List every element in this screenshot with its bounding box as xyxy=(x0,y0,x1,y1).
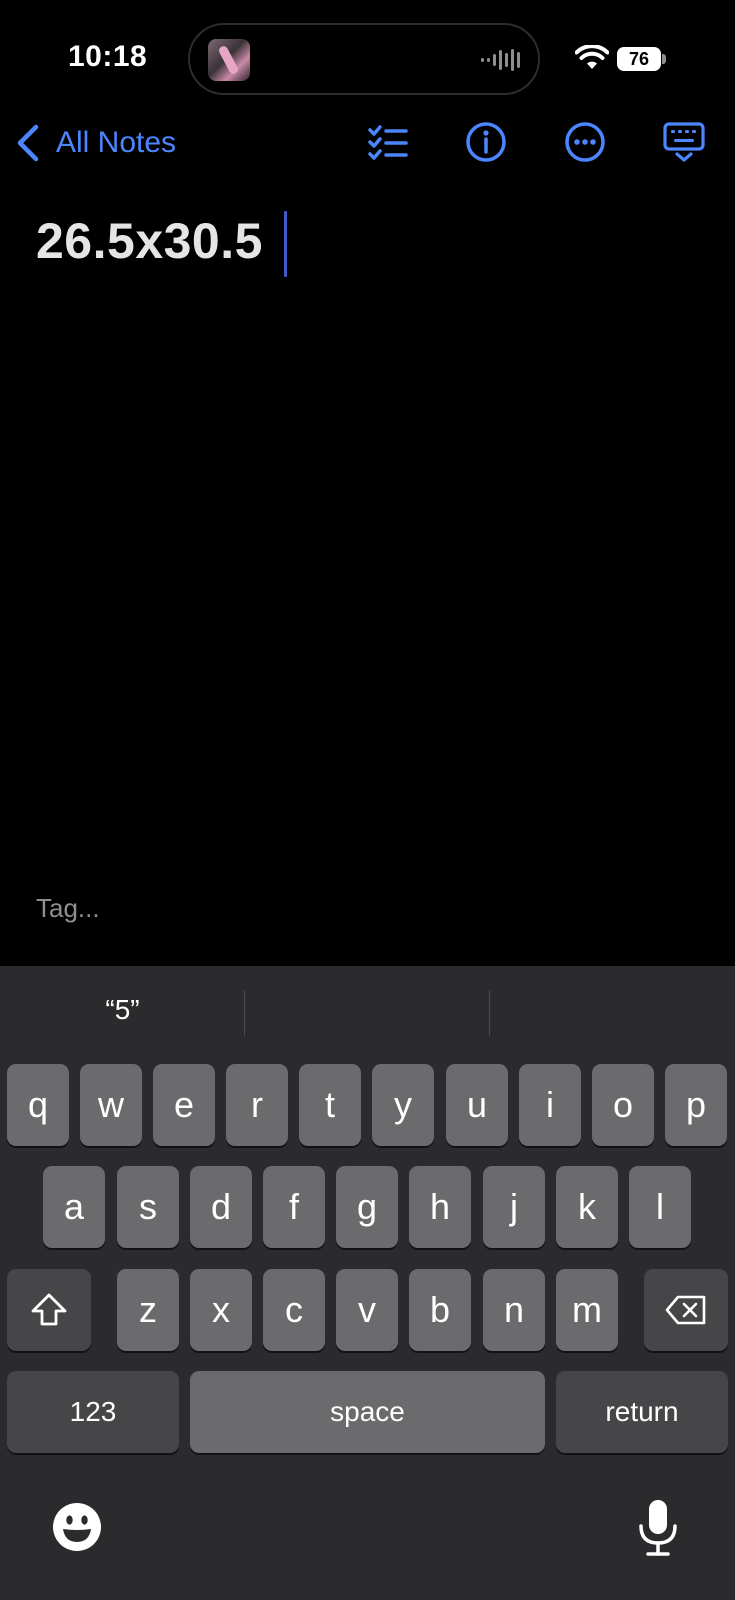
key-e[interactable]: e xyxy=(153,1064,215,1146)
shift-icon xyxy=(31,1293,67,1326)
key-w[interactable]: w xyxy=(80,1064,142,1146)
audio-waveform-icon xyxy=(481,49,520,71)
suggestion-divider xyxy=(489,990,490,1036)
key-s[interactable]: s xyxy=(117,1166,179,1248)
key-z[interactable]: z xyxy=(117,1269,179,1351)
key-y[interactable]: y xyxy=(372,1064,434,1146)
back-button-label: All Notes xyxy=(56,126,177,159)
numbers-key[interactable]: 123 xyxy=(7,1371,179,1453)
battery-cap xyxy=(662,54,666,64)
key-k[interactable]: k xyxy=(556,1166,618,1248)
key-t[interactable]: t xyxy=(299,1064,361,1146)
now-playing-artwork[interactable] xyxy=(208,39,250,81)
back-button[interactable]: All Notes xyxy=(14,118,176,168)
status-time: 10:18 xyxy=(68,40,148,73)
key-l[interactable]: l xyxy=(629,1166,691,1248)
wifi-icon xyxy=(575,45,609,69)
key-h[interactable]: h xyxy=(409,1166,471,1248)
note-body-text[interactable]: 26.5x30.5 xyxy=(36,212,263,270)
key-x[interactable]: x xyxy=(190,1269,252,1351)
space-key[interactable]: space xyxy=(190,1371,545,1453)
key-c[interactable]: c xyxy=(263,1269,325,1351)
key-q[interactable]: q xyxy=(7,1064,69,1146)
tag-input[interactable]: Tag... xyxy=(36,893,100,924)
key-g[interactable]: g xyxy=(336,1166,398,1248)
emoji-icon[interactable] xyxy=(52,1502,102,1552)
return-key[interactable]: return xyxy=(556,1371,728,1453)
key-j[interactable]: j xyxy=(483,1166,545,1248)
key-p[interactable]: p xyxy=(665,1064,727,1146)
key-v[interactable]: v xyxy=(336,1269,398,1351)
keyboard-dismiss-icon[interactable] xyxy=(662,120,706,164)
chevron-left-icon xyxy=(17,124,39,162)
suggestion-1[interactable]: “5” xyxy=(0,994,245,1026)
suggestion-divider xyxy=(244,990,245,1036)
text-cursor xyxy=(284,211,287,277)
key-m[interactable]: m xyxy=(556,1269,618,1351)
checklist-icon[interactable] xyxy=(366,120,410,164)
dynamic-island[interactable] xyxy=(188,23,540,95)
key-a[interactable]: a xyxy=(43,1166,105,1248)
key-b[interactable]: b xyxy=(409,1269,471,1351)
suggestion-bar: “5” xyxy=(0,966,735,1062)
key-f[interactable]: f xyxy=(263,1166,325,1248)
keyboard: “5” q w e r t y u i o p a s d f g h j k … xyxy=(0,966,735,1600)
battery-indicator: 76 xyxy=(617,47,661,71)
more-icon[interactable] xyxy=(563,120,607,164)
delete-key[interactable] xyxy=(644,1269,728,1351)
backspace-icon xyxy=(665,1295,706,1325)
key-o[interactable]: o xyxy=(592,1064,654,1146)
microphone-icon[interactable] xyxy=(636,1498,680,1558)
key-n[interactable]: n xyxy=(483,1269,545,1351)
key-u[interactable]: u xyxy=(446,1064,508,1146)
key-r[interactable]: r xyxy=(226,1064,288,1146)
info-icon[interactable] xyxy=(464,120,508,164)
key-d[interactable]: d xyxy=(190,1166,252,1248)
key-i[interactable]: i xyxy=(519,1064,581,1146)
shift-key[interactable] xyxy=(7,1269,91,1351)
